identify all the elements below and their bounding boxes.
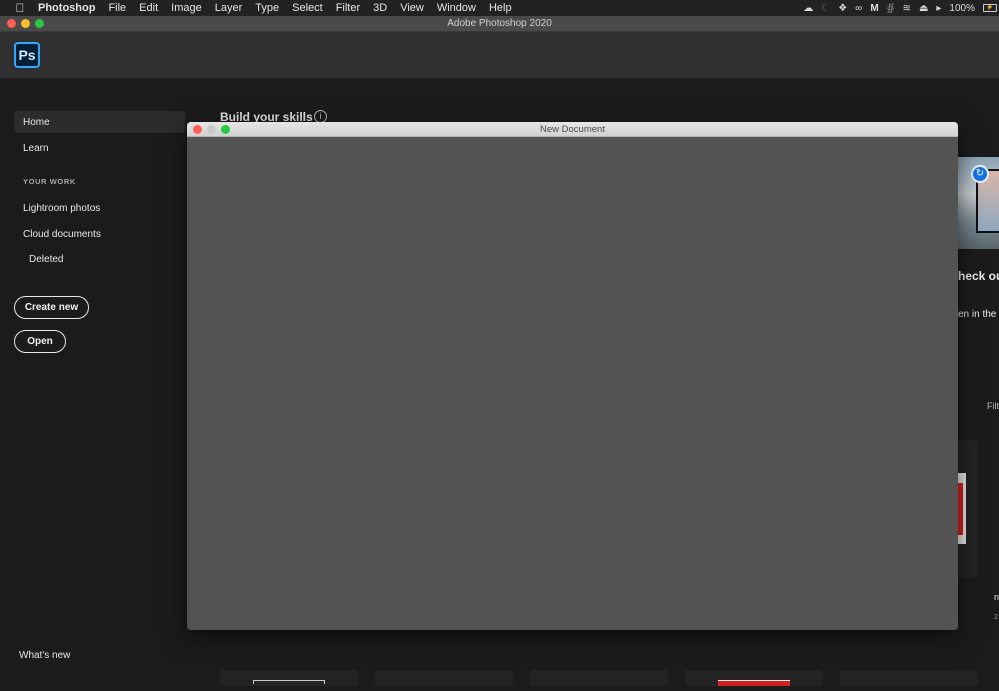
menu-app-name[interactable]: Photoshop	[38, 2, 95, 14]
icloud-icon[interactable]: ☁	[803, 3, 813, 14]
menu-bar:  Photoshop File Edit Image Layer Type S…	[0, 0, 999, 16]
sidebar-item-home[interactable]: Home	[14, 111, 185, 133]
new-document-dialog: New Document	[187, 122, 958, 630]
tutorial-card[interactable]	[840, 670, 978, 686]
menu-window[interactable]: Window	[437, 2, 476, 14]
menu-3d[interactable]: 3D	[373, 2, 387, 14]
menu-edit[interactable]: Edit	[139, 2, 158, 14]
tutorial-card[interactable]	[530, 670, 668, 686]
recent-file-thumbnail	[958, 473, 966, 544]
menu-filter[interactable]: Filter	[336, 2, 360, 14]
app-header: Ps	[0, 32, 999, 78]
recent-file-date: 2	[994, 614, 998, 621]
moon-icon[interactable]: ☾	[821, 3, 830, 14]
sidebar-item-label: Deleted	[29, 253, 64, 265]
menu-layer[interactable]: Layer	[215, 2, 243, 14]
sidebar-item-deleted[interactable]: Deleted	[14, 248, 185, 270]
tutorial-card[interactable]	[375, 670, 513, 686]
battery-percent[interactable]: 100%	[949, 3, 975, 14]
section-label-your-work: YOUR WORK	[23, 177, 76, 186]
sidebar-item-learn[interactable]: Learn	[14, 137, 185, 159]
menu-type[interactable]: Type	[255, 2, 279, 14]
wifi-icon[interactable]: ≋	[903, 3, 911, 14]
creative-cloud-icon[interactable]: ∞	[855, 3, 862, 14]
menu-file[interactable]: File	[108, 2, 126, 14]
menu-help[interactable]: Help	[489, 2, 512, 14]
tutorial-card[interactable]	[685, 670, 823, 686]
sidebar-item-label: Lightroom photos	[23, 202, 101, 214]
window-titlebar: Adobe Photoshop 2020	[0, 16, 999, 32]
status-area: ☁ ☾ ❖ ∞ M ∯ ≋ ⏏ ▸ 100% ⚡	[803, 0, 999, 16]
eject-icon[interactable]: ⏏	[919, 3, 928, 14]
sidebar-item-label: Home	[23, 116, 50, 128]
malwarebytes-icon[interactable]: M	[870, 3, 878, 14]
sidebar-item-label: Cloud documents	[23, 228, 101, 240]
dialog-titlebar[interactable]: New Document	[187, 122, 958, 137]
open-button[interactable]: Open	[14, 330, 66, 353]
whats-new-link[interactable]: What's new	[19, 650, 70, 661]
filter-label[interactable]: Filt	[987, 401, 999, 411]
menu-select[interactable]: Select	[292, 2, 323, 14]
tutorial-card[interactable]	[220, 670, 358, 686]
dialog-title: New Document	[540, 124, 605, 135]
sidebar-item-label: Learn	[23, 142, 49, 154]
sidebar	[0, 78, 190, 691]
sidebar-item-lightroom-photos[interactable]: Lightroom photos	[14, 197, 185, 219]
sidebar-item-cloud-documents[interactable]: Cloud documents	[14, 223, 185, 245]
menu-view[interactable]: View	[400, 2, 424, 14]
dropbox-icon[interactable]: ❖	[838, 3, 847, 14]
sync-icon: ↻	[971, 165, 989, 183]
bluetooth-icon[interactable]: ∯	[887, 3, 895, 14]
create-new-button[interactable]: Create new	[14, 296, 89, 319]
volume-icon[interactable]: ▸	[936, 3, 941, 14]
recent-file-name: n	[994, 592, 999, 602]
promo-body: en in the	[958, 309, 997, 320]
window-title: Adobe Photoshop 2020	[447, 18, 552, 29]
battery-icon[interactable]: ⚡	[983, 4, 997, 12]
dialog-content	[187, 137, 958, 630]
promo-title: heck out	[958, 269, 999, 283]
menu-image[interactable]: Image	[171, 2, 202, 14]
photoshop-logo[interactable]: Ps	[14, 42, 40, 68]
apple-logo-icon[interactable]: 	[13, 1, 27, 15]
